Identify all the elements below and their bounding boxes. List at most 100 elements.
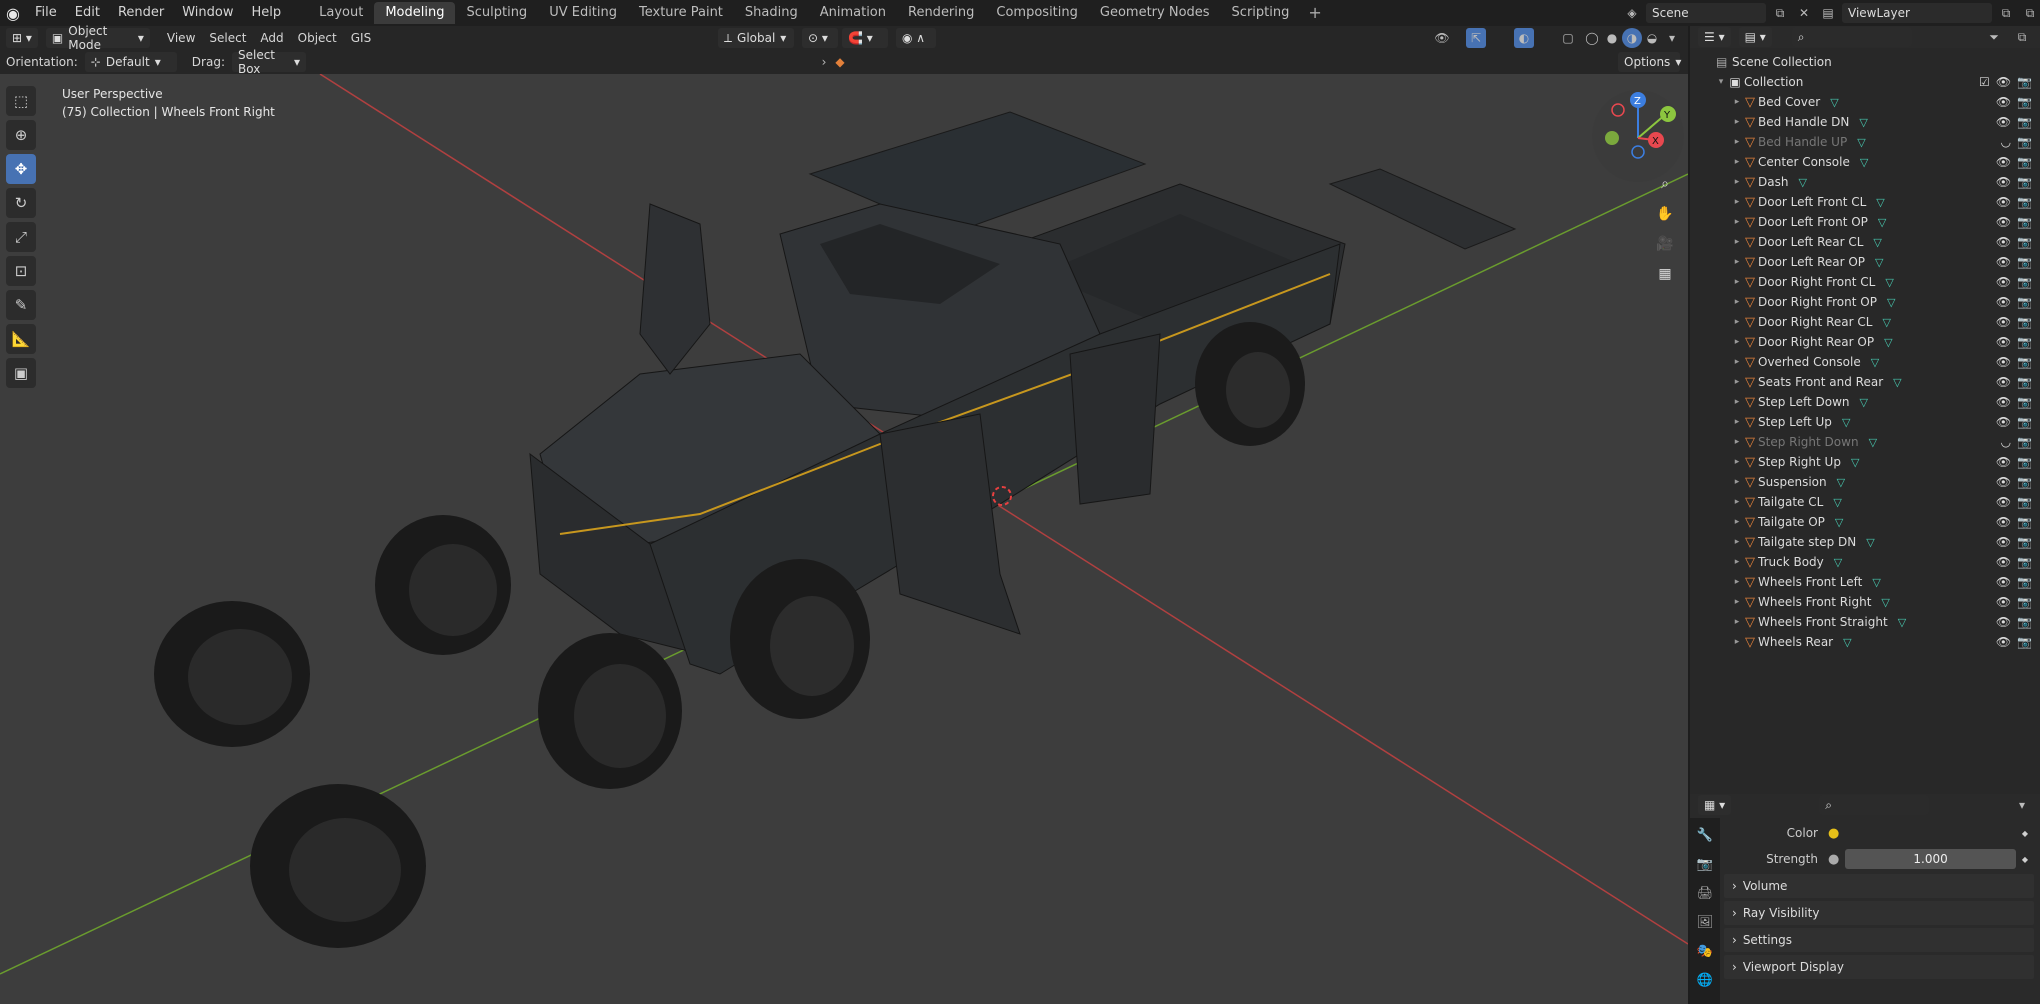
chevron-right-icon[interactable]: ▸ bbox=[1732, 497, 1742, 507]
pivot-dropdown[interactable]: ⊙ ▾ bbox=[802, 28, 838, 48]
outliner-search-input[interactable]: ⌕ bbox=[1791, 27, 1912, 47]
mesh-data-icon[interactable]: ▽ bbox=[1884, 336, 1892, 349]
camera-icon[interactable]: 📷 bbox=[2017, 635, 2032, 649]
options-dropdown[interactable]: Options ▾ bbox=[1618, 52, 1681, 72]
eye-icon[interactable]: 👁 bbox=[1996, 295, 2011, 309]
cursor-tool-icon[interactable]: ⊕ bbox=[6, 120, 36, 150]
mesh-data-icon[interactable]: ▽ bbox=[1833, 496, 1841, 509]
eye-closed-icon[interactable]: ◡ bbox=[2001, 135, 2011, 149]
outliner-item[interactable]: ▸ ▽ Tailgate OP ▽ 👁 📷 bbox=[1690, 512, 2040, 532]
menu-select[interactable]: Select bbox=[202, 31, 253, 45]
blender-logo-icon[interactable]: ◉ bbox=[0, 0, 26, 26]
eye-icon[interactable]: 👁 bbox=[1996, 215, 2011, 229]
chevron-right-icon[interactable]: ▸ bbox=[1732, 117, 1742, 127]
mesh-data-icon[interactable]: ▽ bbox=[1843, 636, 1851, 649]
eye-icon[interactable]: 👁 bbox=[1996, 535, 2011, 549]
mesh-data-icon[interactable]: ▽ bbox=[1881, 596, 1889, 609]
delete-scene-icon[interactable]: ✕ bbox=[1794, 3, 1814, 23]
tab-animation[interactable]: Animation bbox=[809, 2, 897, 24]
properties-search-input[interactable]: ⌕ bbox=[1819, 795, 1930, 815]
camera-icon[interactable]: 📷 bbox=[2017, 435, 2032, 449]
camera-icon[interactable]: 📷 bbox=[2017, 455, 2032, 469]
drag-dropdown[interactable]: Select Box ▾ bbox=[231, 48, 306, 76]
camera-icon[interactable]: 📷 bbox=[2017, 275, 2032, 289]
outliner-item[interactable]: ▸ ▽ Door Left Front OP ▽ 👁 📷 bbox=[1690, 212, 2040, 232]
add-cube-tool-icon[interactable]: ▣ bbox=[6, 358, 36, 388]
outliner-item[interactable]: ▸ ▽ Seats Front and Rear ▽ 👁 📷 bbox=[1690, 372, 2040, 392]
chevron-right-icon[interactable]: ▸ bbox=[1732, 397, 1742, 407]
mesh-data-icon[interactable]: ▽ bbox=[1851, 456, 1859, 469]
chevron-right-icon[interactable]: ▸ bbox=[1732, 137, 1742, 147]
chevron-right-icon[interactable]: ▸ bbox=[1732, 317, 1742, 327]
mesh-data-icon[interactable]: ▽ bbox=[1860, 156, 1868, 169]
eye-icon[interactable]: 👁 bbox=[1996, 315, 2011, 329]
chevron-right-icon[interactable]: ▸ bbox=[1732, 437, 1742, 447]
xray-toggle-icon[interactable]: ▢ bbox=[1558, 28, 1578, 48]
menu-edit[interactable]: Edit bbox=[66, 0, 109, 26]
measure-tool-icon[interactable]: 📐 bbox=[6, 324, 36, 354]
camera-icon[interactable]: 📷 bbox=[2017, 515, 2032, 529]
chevron-right-icon[interactable]: ▸ bbox=[1732, 157, 1742, 167]
menu-add[interactable]: Add bbox=[253, 31, 290, 45]
camera-icon[interactable]: 📷 bbox=[2017, 215, 2032, 229]
outliner-item[interactable]: ▸ ▽ Wheels Rear ▽ 👁 📷 bbox=[1690, 632, 2040, 652]
mesh-data-icon[interactable]: ▽ bbox=[1842, 416, 1850, 429]
transform-orientation-dropdown[interactable]: ⟂ Global ▾ bbox=[718, 28, 794, 48]
chevron-right-icon[interactable]: ▸ bbox=[1732, 237, 1742, 247]
chevron-right-icon[interactable]: ▸ bbox=[1732, 257, 1742, 267]
camera-icon[interactable]: 📷 bbox=[2017, 395, 2032, 409]
mesh-data-icon[interactable]: ▽ bbox=[1885, 276, 1893, 289]
camera-icon[interactable]: 📷 bbox=[2017, 75, 2032, 89]
visibility-icon[interactable]: 👁 bbox=[1432, 28, 1452, 48]
chevron-down-icon[interactable]: ▾ bbox=[1716, 77, 1726, 87]
chevron-right-icon[interactable]: ▸ bbox=[1732, 617, 1742, 627]
eye-icon[interactable]: 👁 bbox=[1996, 115, 2011, 129]
camera-icon[interactable]: 📷 bbox=[2017, 355, 2032, 369]
tab-rendering[interactable]: Rendering bbox=[897, 2, 985, 24]
camera-icon[interactable]: 📷 bbox=[2017, 375, 2032, 389]
tab-modeling[interactable]: Modeling bbox=[374, 2, 456, 24]
menu-gis[interactable]: GIS bbox=[344, 31, 378, 45]
eye-icon[interactable]: 👁 bbox=[1996, 615, 2011, 629]
mesh-data-icon[interactable]: ▽ bbox=[1859, 116, 1867, 129]
camera-icon[interactable]: 📷 bbox=[2017, 315, 2032, 329]
tab-geometry-nodes[interactable]: Geometry Nodes bbox=[1089, 2, 1221, 24]
strength-field[interactable]: 1.000 bbox=[1845, 849, 2016, 869]
camera-icon[interactable]: 📷 bbox=[2017, 255, 2032, 269]
rotate-tool-icon[interactable]: ↻ bbox=[6, 188, 36, 218]
eye-icon[interactable]: 👁 bbox=[1996, 155, 2011, 169]
scene-tab-icon[interactable]: 🎭 bbox=[1697, 944, 1713, 959]
mesh-data-icon[interactable]: ▽ bbox=[1882, 316, 1890, 329]
mesh-data-icon[interactable]: ▽ bbox=[1830, 96, 1838, 109]
render-tab-icon[interactable]: 📷 bbox=[1697, 857, 1713, 872]
scene-name-field[interactable]: Scene bbox=[1646, 3, 1766, 23]
camera-icon[interactable]: 📷 bbox=[2017, 115, 2032, 129]
outliner-item[interactable]: ▸ ▽ Wheels Front Right ▽ 👁 📷 bbox=[1690, 592, 2040, 612]
chevron-right-icon[interactable]: ▸ bbox=[1732, 217, 1742, 227]
mesh-data-icon[interactable]: ▽ bbox=[1898, 616, 1906, 629]
outliner-item[interactable]: ▸ ▽ Door Left Rear CL ▽ 👁 📷 bbox=[1690, 232, 2040, 252]
tab-scripting[interactable]: Scripting bbox=[1221, 2, 1301, 24]
transform-tool-icon[interactable]: ⊡ bbox=[6, 256, 36, 286]
camera-icon[interactable]: 📷 bbox=[2017, 575, 2032, 589]
chevron-right-icon[interactable]: ▸ bbox=[1732, 637, 1742, 647]
overlay-toggle-icon[interactable]: ◐ bbox=[1514, 28, 1534, 48]
chevron-right-icon[interactable]: ▸ bbox=[1732, 577, 1742, 587]
eye-icon[interactable]: 👁 bbox=[1996, 515, 2011, 529]
outliner-item[interactable]: ▸ ▽ Step Right Up ▽ 👁 📷 bbox=[1690, 452, 2040, 472]
view-layer-field[interactable]: ViewLayer bbox=[1842, 3, 1992, 23]
tab-compositing[interactable]: Compositing bbox=[985, 2, 1089, 24]
world-tab-icon[interactable]: 🌐 bbox=[1697, 973, 1713, 988]
new-view-layer-icon[interactable]: ⧉ bbox=[1996, 3, 2016, 23]
eye-closed-icon[interactable]: ◡ bbox=[2001, 435, 2011, 449]
proportional-editing-toggle[interactable]: ◉ ∧ bbox=[896, 28, 936, 48]
chevron-down-icon[interactable]: ▾ bbox=[2012, 795, 2032, 815]
annotate-tool-icon[interactable]: ✎ bbox=[6, 290, 36, 320]
chevron-right-icon[interactable]: ▸ bbox=[1732, 477, 1742, 487]
gis-addon-icon[interactable]: ◆ bbox=[830, 52, 850, 72]
mesh-data-icon[interactable]: ▽ bbox=[1869, 436, 1877, 449]
chevron-right-icon[interactable]: ▸ bbox=[1732, 597, 1742, 607]
outliner-item[interactable]: ▸ ▽ Tailgate step DN ▽ 👁 📷 bbox=[1690, 532, 2040, 552]
collection-row[interactable]: ▾ ▣ Collection ☑ 👁 📷 bbox=[1690, 72, 2040, 92]
camera-icon[interactable]: 📷 bbox=[2017, 475, 2032, 489]
